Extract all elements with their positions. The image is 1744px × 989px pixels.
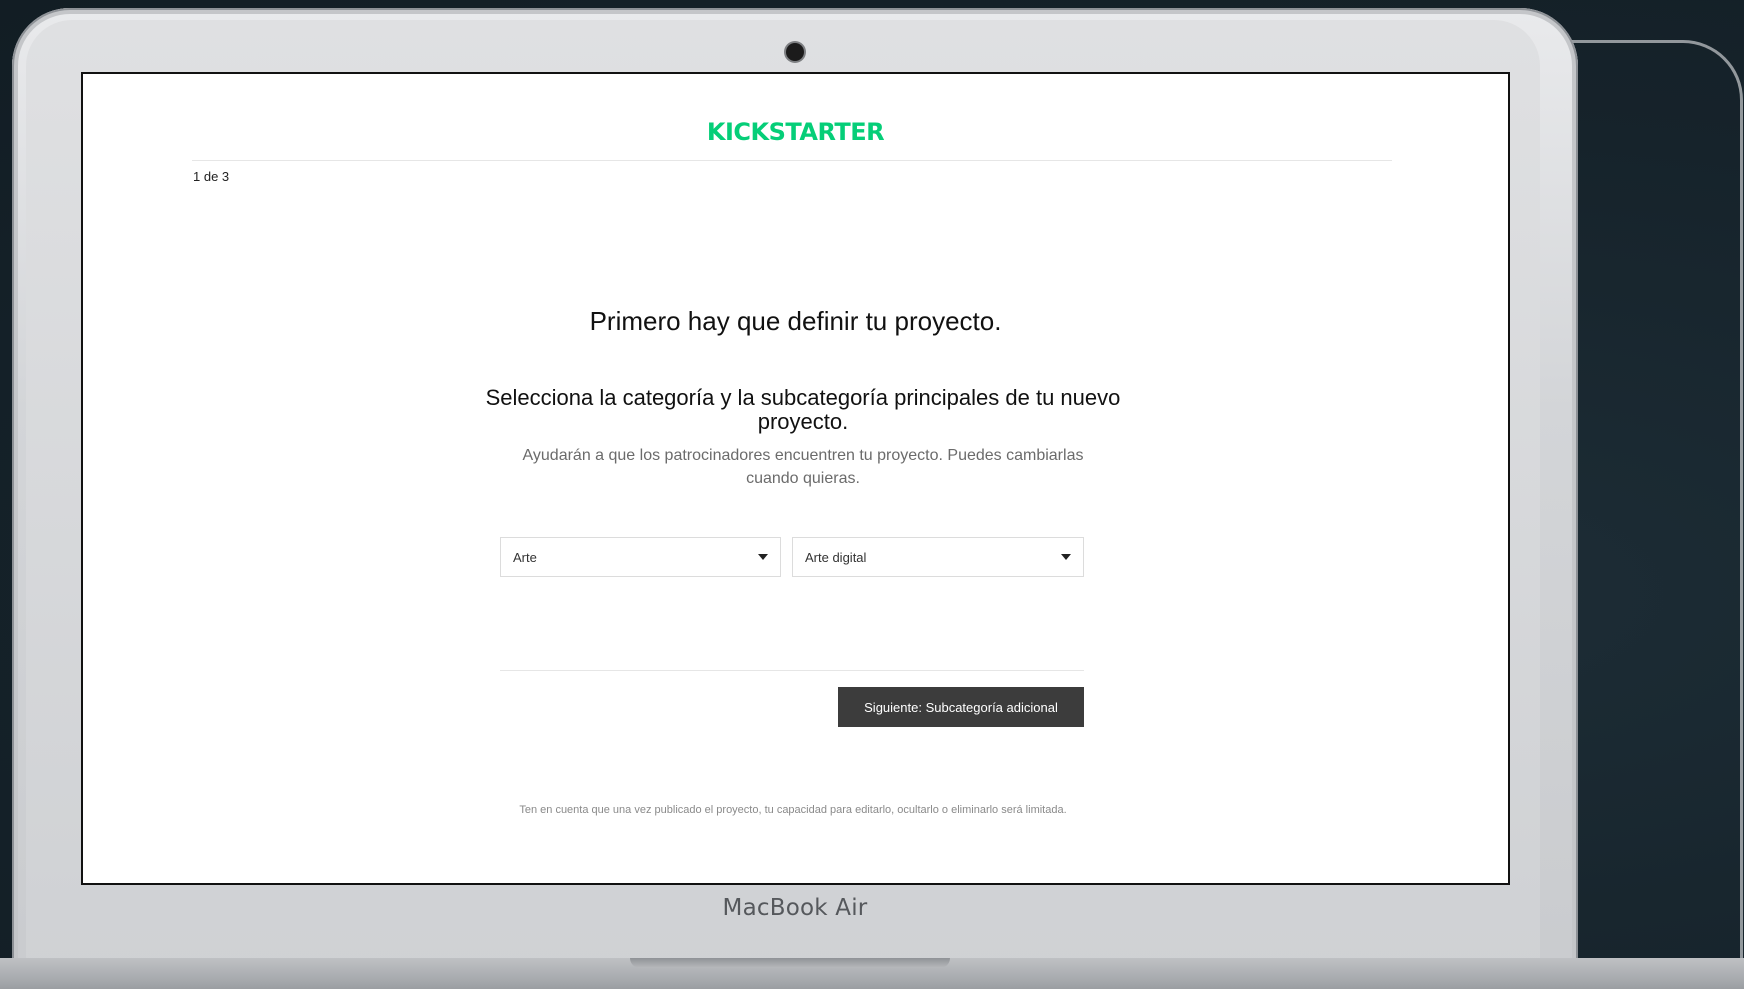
category-select[interactable]: Arte <box>500 537 781 577</box>
category-section-heading: Selecciona la categoría y la subcategorí… <box>485 385 1121 434</box>
step-indicator: 1 de 3 <box>193 169 230 184</box>
laptop-lid-edge <box>1560 40 1743 989</box>
next-step-button[interactable]: Siguiente: Subcategoría adicional <box>838 687 1084 727</box>
page-title: Primero hay que definir tu proyecto. <box>589 306 1002 336</box>
subcategory-select[interactable]: Arte digital <box>792 537 1084 577</box>
caret-down-icon <box>758 554 768 560</box>
kickstarter-logo[interactable]: KICKSTARTER <box>83 118 1508 146</box>
header-divider <box>192 160 1392 161</box>
device-brand-label: MacBook Air <box>722 895 868 921</box>
form-divider <box>500 670 1084 671</box>
device-mockup-scene: KICKSTARTER 1 de 3 Primero hay que defin… <box>0 0 1744 989</box>
category-section-help: Ayudarán a que los patrocinadores encuen… <box>522 447 1084 487</box>
camera-icon <box>786 43 804 61</box>
browser-screen: KICKSTARTER 1 de 3 Primero hay que defin… <box>81 72 1510 885</box>
publish-disclaimer: Ten en cuenta que una vez publicado el p… <box>519 804 1067 816</box>
caret-down-icon <box>1061 554 1071 560</box>
category-select-value: Arte <box>513 549 537 565</box>
laptop-notch <box>630 958 950 968</box>
subcategory-select-value: Arte digital <box>805 549 867 565</box>
